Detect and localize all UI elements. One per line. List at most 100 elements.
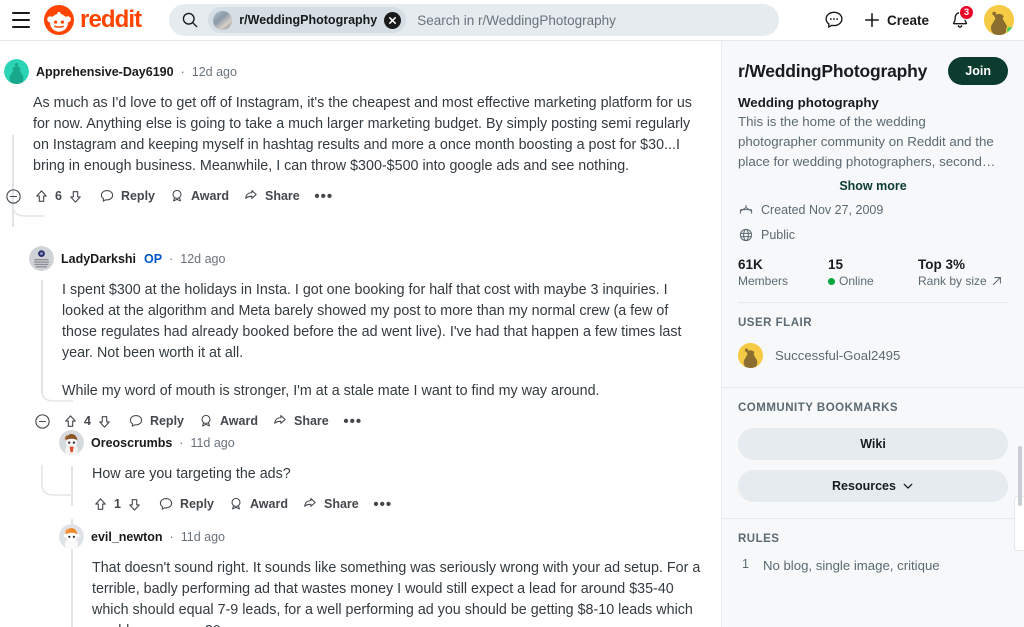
search-scope-chip[interactable]: r/WeddingPhotography xyxy=(208,7,407,33)
online-label-text: Online xyxy=(839,274,874,288)
more-options-button[interactable]: ••• xyxy=(370,491,396,517)
avatar-snoo-icon xyxy=(59,524,84,549)
upvote-icon[interactable] xyxy=(62,413,79,430)
comment-paragraph: While my word of mouth is stronger, I'm … xyxy=(62,383,600,399)
more-options-button[interactable]: ••• xyxy=(311,183,337,209)
comment-author[interactable]: Oreoscrumbs xyxy=(91,436,172,450)
comment-paragraph: I spent $300 at the holidays in Insta. I… xyxy=(62,282,682,361)
downvote-icon[interactable] xyxy=(67,188,84,205)
user-flair-row[interactable]: Successful-Goal2495 xyxy=(738,343,1008,368)
separator: · xyxy=(169,529,174,544)
close-icon[interactable] xyxy=(384,11,402,29)
bookmark-resources-label: Resources xyxy=(832,479,896,493)
downvote-icon[interactable] xyxy=(126,496,143,513)
share-button[interactable]: Share xyxy=(295,491,366,517)
share-label: Share xyxy=(293,414,329,428)
chat-bubble-icon xyxy=(825,11,843,29)
rule-number: 1 xyxy=(742,557,749,571)
comment-body: As much as I'd love to get off of Instag… xyxy=(33,93,705,177)
rules-section: RULES 1 No blog, single image, critique xyxy=(722,519,1024,575)
community-stats: 61K Members 15 Online Top 3% Rank by siz… xyxy=(738,257,1008,288)
award-button[interactable]: Award xyxy=(162,183,236,209)
comment-timestamp: 11d ago xyxy=(180,529,225,544)
comment-bubble-icon xyxy=(129,415,143,427)
comment-header: evil_newton · 11d ago xyxy=(59,524,705,549)
award-icon xyxy=(231,497,241,510)
community-name[interactable]: r/WeddingPhotography xyxy=(738,61,927,82)
comment-header: Apprehensive-Day6190 · 12d ago xyxy=(0,59,705,84)
online-count: 15 xyxy=(828,257,844,272)
user-flair-heading: USER FLAIR xyxy=(738,317,812,329)
comment-author[interactable]: evil_newton xyxy=(91,530,163,544)
rank-label[interactable]: Rank by size xyxy=(918,274,1008,288)
globe-icon xyxy=(739,228,753,242)
header-actions: Create 3 xyxy=(817,3,1024,37)
comment-paragraph: How are you targeting the ads? xyxy=(92,466,291,482)
chevron-down-icon xyxy=(903,483,913,489)
downvote-icon[interactable] xyxy=(96,413,113,430)
stat-rank: Top 3% Rank by size xyxy=(918,257,1008,288)
top-navigation-bar: reddit r/WeddingPhotography Search in r/… xyxy=(0,0,1024,41)
separator: · xyxy=(179,435,184,450)
collapse-thread-button[interactable] xyxy=(3,186,23,206)
collapse-thread-button[interactable] xyxy=(32,411,52,431)
reddit-logo[interactable]: reddit xyxy=(44,5,142,35)
share-arrow-icon xyxy=(245,190,257,199)
comment-header: Oreoscrumbs · 11d ago xyxy=(59,430,705,455)
notification-count-badge: 3 xyxy=(959,5,974,20)
community-info-card: r/WeddingPhotography Join Wedding photog… xyxy=(722,41,1024,303)
hamburger-menu-icon[interactable] xyxy=(4,3,38,37)
comment-action-bar: 6 Reply Award Share ••• xyxy=(3,183,705,209)
visibility-row: Public xyxy=(738,227,1008,243)
chat-button[interactable] xyxy=(817,3,851,37)
reply-button[interactable]: Reply xyxy=(92,183,162,209)
op-badge[interactable]: OP xyxy=(144,252,162,266)
search-icon xyxy=(183,12,198,28)
award-label: Award xyxy=(220,414,258,428)
comment-body: How are you targeting the ads? xyxy=(92,464,705,485)
comment-author[interactable]: Apprehensive-Day6190 xyxy=(36,65,174,79)
upvote-icon[interactable] xyxy=(92,496,109,513)
vote-group: 6 xyxy=(31,183,86,209)
reddit-wordmark: reddit xyxy=(80,6,142,33)
avatar[interactable] xyxy=(59,524,84,549)
vote-count: 4 xyxy=(84,414,91,428)
comment-oreoscrumbs: Oreoscrumbs · 11d ago How are you target… xyxy=(59,430,705,517)
reply-button[interactable]: Reply xyxy=(151,491,221,517)
avatar-snoo-icon xyxy=(29,246,54,271)
bookmark-wiki-button[interactable]: Wiki xyxy=(738,428,1008,460)
members-label-text: Members xyxy=(738,274,789,288)
close-x-glyph xyxy=(389,16,397,24)
avatar-snoo-icon xyxy=(59,430,84,455)
rules-heading: RULES xyxy=(738,533,780,545)
avatar[interactable] xyxy=(4,59,29,84)
award-button[interactable]: Award xyxy=(221,491,295,517)
comment-timestamp: 12d ago xyxy=(180,251,226,266)
reddit-snoo-logo-icon xyxy=(44,5,74,35)
notifications-button[interactable]: 3 xyxy=(943,3,977,37)
reply-label: Reply xyxy=(149,414,184,428)
community-description: This is the home of the wedding photogra… xyxy=(738,114,996,169)
created-date-text: Created Nov 27, 2009 xyxy=(761,203,884,217)
rule-item[interactable]: 1 No blog, single image, critique xyxy=(738,557,1008,575)
show-more-button[interactable]: Show more xyxy=(839,179,906,193)
share-button[interactable]: Share xyxy=(236,183,307,209)
user-flair-name: Successful-Goal2495 xyxy=(775,348,901,363)
rule-text: No blog, single image, critique xyxy=(762,558,940,573)
comment-author[interactable]: LadyDarkshi xyxy=(61,252,136,266)
join-button[interactable]: Join xyxy=(948,57,1008,85)
search-bar[interactable]: r/WeddingPhotography Search in r/Wedding… xyxy=(169,4,780,36)
share-arrow-icon xyxy=(274,415,286,424)
user-avatar-button[interactable] xyxy=(984,5,1014,35)
upvote-icon[interactable] xyxy=(33,188,50,205)
bookmark-resources-button[interactable]: Resources xyxy=(738,470,1008,502)
flair-avatar-snoo-icon xyxy=(738,343,763,368)
search-input-placeholder[interactable]: Search in r/WeddingPhotography xyxy=(417,13,616,28)
create-post-button[interactable]: Create xyxy=(855,4,939,36)
subreddit-avatar-icon xyxy=(213,10,233,30)
comment-bubble-icon xyxy=(159,498,173,510)
award-icon xyxy=(172,189,182,202)
avatar[interactable] xyxy=(59,430,84,455)
avatar[interactable] xyxy=(29,246,54,271)
sidebar-scrollbar[interactable] xyxy=(1018,446,1022,506)
